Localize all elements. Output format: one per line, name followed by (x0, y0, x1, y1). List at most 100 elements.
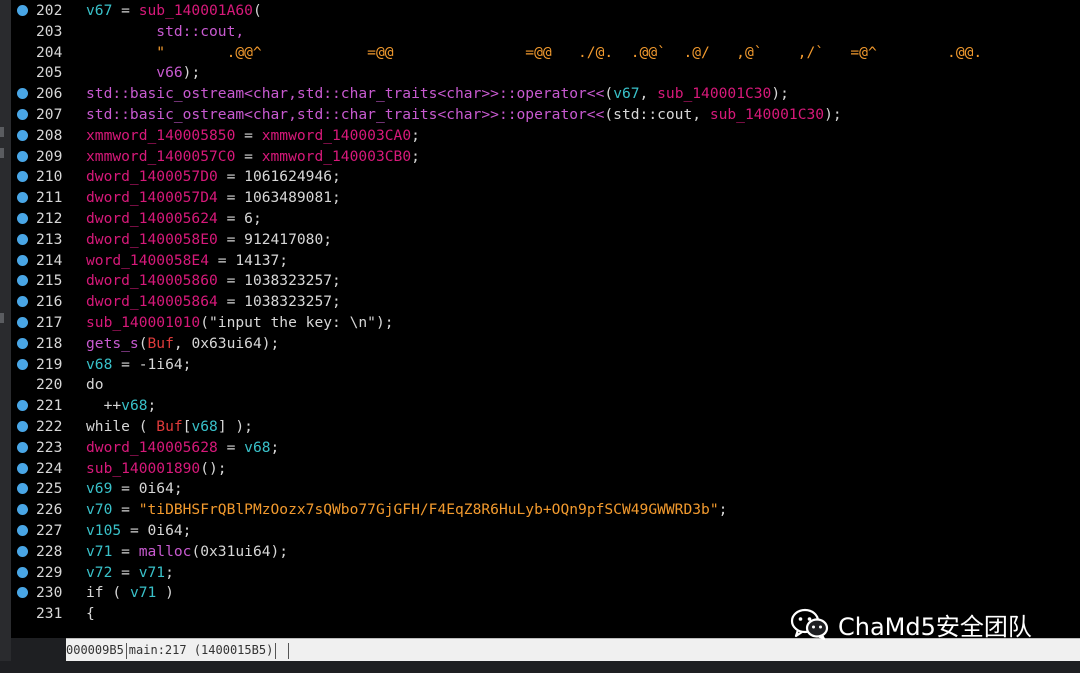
breakpoint-marker-icon[interactable] (17, 400, 28, 412)
code-line[interactable]: 206 std::basic_ostream<char,std::char_tra… (11, 83, 1080, 104)
code-line[interactable]: 230 if ( v71 ) (11, 582, 1080, 603)
code-line[interactable]: 226 v70 = "tiDBHSFrQBlPMzOozx7sQWbo77GjGF… (11, 499, 1080, 520)
code-text[interactable]: dword_140005860 = 1038323257; (86, 270, 341, 291)
code-token: dword_140005860 (86, 272, 218, 290)
code-line[interactable]: 223 dword_140005628 = v68; (11, 437, 1080, 458)
code-line[interactable]: 225 v69 = 0i64; (11, 478, 1080, 499)
code-line[interactable]: 228 v71 = malloc(0x31ui64); (11, 541, 1080, 562)
breakpoint-marker-icon[interactable] (17, 192, 28, 204)
code-line[interactable]: 213 dword_1400058E0 = 912417080; (11, 229, 1080, 250)
code-line[interactable]: 204 " .@@^ =@@ =@@ ./@. .@@` .@/ ,@` ,/`… (11, 42, 1080, 63)
code-text[interactable]: do (86, 374, 104, 395)
breakpoint-marker-icon[interactable] (17, 421, 28, 432)
breakpoint-marker-icon[interactable] (17, 358, 28, 370)
code-line[interactable]: 217 sub_140001010("input the key: \n"); (11, 312, 1080, 333)
code-text[interactable]: if ( v71 ) (86, 582, 174, 603)
code-text[interactable]: xmmword_140005850 = xmmword_140003CA0; (86, 125, 420, 146)
code-token: = (235, 147, 262, 165)
line-number: 223 (36, 438, 63, 456)
code-line[interactable]: 205 v66); (11, 62, 1080, 83)
code-text[interactable]: std::basic_ostream<char,std::char_traits… (86, 104, 842, 125)
breakpoint-marker-icon[interactable] (17, 483, 28, 495)
code-text[interactable]: dword_1400057D0 = 1061624946; (86, 166, 341, 187)
breakpoint-marker-icon[interactable] (17, 171, 28, 183)
breakpoint-marker-icon[interactable] (17, 275, 28, 287)
wechat-icon (790, 608, 829, 641)
breakpoint-marker-icon[interactable] (17, 317, 28, 328)
code-text[interactable]: dword_140005624 = 6; (86, 208, 262, 229)
code-text[interactable]: sub_140001890(); (86, 458, 227, 479)
code-line[interactable]: 224 sub_140001890(); (11, 458, 1080, 479)
breakpoint-marker-icon[interactable] (17, 296, 28, 308)
code-token: ( (138, 334, 148, 352)
code-text[interactable]: v72 = v71; (86, 562, 174, 583)
breakpoint-marker-icon[interactable] (17, 566, 28, 578)
breakpoint-marker-icon[interactable] (17, 150, 28, 162)
code-token: dword_140005864 (86, 293, 218, 311)
code-line[interactable]: 222 while ( Buf[v68] ); (11, 416, 1080, 437)
line-number: 208 (36, 126, 63, 144)
breakpoint-marker-icon[interactable] (17, 254, 28, 266)
code-text[interactable]: word_1400058E4 = 14137; (86, 250, 288, 271)
breakpoint-marker-icon[interactable] (17, 233, 28, 245)
code-text[interactable]: dword_1400058E0 = 912417080; (86, 229, 332, 250)
breakpoint-marker-icon[interactable] (17, 441, 28, 453)
code-line[interactable]: 221 ++v68; (11, 395, 1080, 416)
line-number: 231 (36, 605, 63, 623)
code-text[interactable]: xmmword_1400057C0 = xmmword_140003CB0; (86, 146, 420, 167)
breakpoint-marker-icon[interactable] (17, 88, 28, 100)
code-text[interactable]: v71 = malloc(0x31ui64); (86, 541, 288, 562)
breakpoint-marker-icon[interactable] (17, 587, 28, 599)
code-token: = 0i64; (112, 480, 183, 498)
breakpoint-marker-icon[interactable] (17, 213, 28, 224)
code-line[interactable]: 219 v68 = -1i64; (11, 354, 1080, 375)
code-line[interactable]: 207 std::basic_ostream<char,std::char_tra… (11, 104, 1080, 125)
code-line[interactable]: 218 gets_s(Buf, 0x63ui64); (11, 333, 1080, 354)
code-text[interactable]: std::basic_ostream<char,std::char_traits… (86, 83, 789, 104)
code-text[interactable]: v67 = sub_140001A60( (86, 0, 262, 21)
code-line[interactable]: 202 v67 = sub_140001A60( (11, 0, 1080, 21)
code-text[interactable]: dword_1400057D4 = 1063489081; (86, 187, 341, 208)
code-line[interactable]: 229 v72 = v71; (11, 562, 1080, 583)
pseudocode-view[interactable]: 202 v67 = sub_140001A60(203 std::cout, 204… (11, 0, 1080, 638)
code-text[interactable]: v105 = 0i64; (86, 520, 191, 541)
code-text[interactable]: v70 = "tiDBHSFrQBlPMzOozx7sQWbo77GjGFH/F… (86, 499, 727, 520)
breakpoint-marker-icon[interactable] (17, 337, 28, 349)
code-line[interactable]: 203 std::cout, (11, 21, 1080, 42)
code-line[interactable]: 209 xmmword_1400057C0 = xmmword_140003CB0… (11, 146, 1080, 167)
code-line[interactable]: 215 dword_140005860 = 1038323257; (11, 270, 1080, 291)
code-line[interactable]: 211 dword_1400057D4 = 1063489081; (11, 187, 1080, 208)
line-number: 206 (36, 85, 63, 103)
breakpoint-marker-icon[interactable] (17, 504, 28, 516)
code-text[interactable]: dword_140005628 = v68; (86, 437, 279, 458)
code-text[interactable]: sub_140001010("input the key: \n"); (86, 312, 394, 333)
code-line[interactable]: 227 v105 = 0i64; (11, 520, 1080, 541)
code-text[interactable]: v68 = -1i64; (86, 354, 191, 375)
code-line[interactable]: 208 xmmword_140005850 = xmmword_140003CA0… (11, 125, 1080, 146)
code-token: sub_140001890 (86, 459, 201, 477)
breakpoint-marker-icon[interactable] (17, 545, 28, 557)
code-text[interactable]: std::cout, (86, 21, 244, 42)
breakpoint-marker-icon[interactable] (17, 525, 28, 536)
code-line[interactable]: 210 dword_1400057D0 = 1061624946; (11, 166, 1080, 187)
code-token: ++ (86, 397, 122, 415)
code-text[interactable]: ++v68; (86, 395, 157, 416)
code-text[interactable]: dword_140005864 = 1038323257; (86, 291, 341, 312)
code-line[interactable]: 220 do (11, 374, 1080, 395)
breakpoint-marker-icon[interactable] (17, 129, 28, 141)
code-text[interactable]: " .@@^ =@@ =@@ ./@. .@@` .@/ ,@` ,/` =@^… (86, 42, 982, 63)
breakpoint-marker-icon[interactable] (17, 5, 28, 16)
code-line[interactable]: 212 dword_140005624 = 6; (11, 208, 1080, 229)
code-text[interactable]: v66); (86, 62, 200, 83)
code-text[interactable]: gets_s(Buf, 0x63ui64); (86, 333, 279, 354)
code-line[interactable]: 216 dword_140005864 = 1038323257; (11, 291, 1080, 312)
code-text[interactable]: { (86, 603, 95, 624)
breakpoint-marker-icon[interactable] (17, 109, 28, 120)
code-token: if ( (86, 584, 130, 602)
code-token: ; (270, 438, 280, 456)
breakpoint-marker-icon[interactable] (17, 462, 28, 474)
code-text[interactable]: while ( Buf[v68] ); (86, 416, 253, 437)
code-token: xmmword_140005850 (86, 126, 236, 144)
code-text[interactable]: v69 = 0i64; (86, 478, 183, 499)
code-line[interactable]: 214 word_1400058E4 = 14137; (11, 250, 1080, 271)
